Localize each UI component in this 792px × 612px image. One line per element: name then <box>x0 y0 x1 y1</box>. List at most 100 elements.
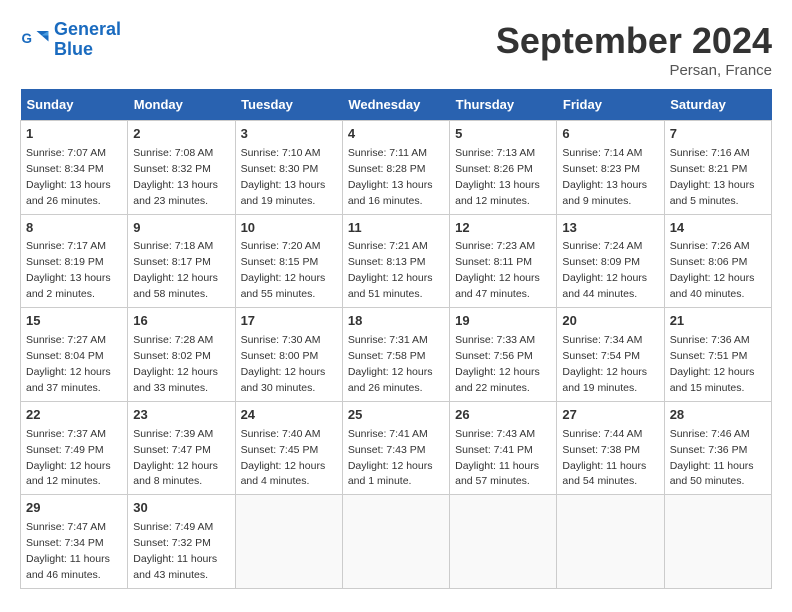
day-info: Sunrise: 7:10 AMSunset: 8:30 PMDaylight:… <box>241 147 326 207</box>
calendar-day: 10 Sunrise: 7:20 AMSunset: 8:15 PMDaylig… <box>235 214 342 308</box>
title-block: September 2024 Persan, France <box>496 20 772 79</box>
calendar-day: 22 Sunrise: 7:37 AMSunset: 7:49 PMDaylig… <box>21 401 128 495</box>
day-info: Sunrise: 7:49 AMSunset: 7:32 PMDaylight:… <box>133 521 217 581</box>
header-wednesday: Wednesday <box>342 89 449 121</box>
day-info: Sunrise: 7:11 AMSunset: 8:28 PMDaylight:… <box>348 147 433 207</box>
day-info: Sunrise: 7:44 AMSunset: 7:38 PMDaylight:… <box>562 428 646 488</box>
calendar-day: 24 Sunrise: 7:40 AMSunset: 7:45 PMDaylig… <box>235 401 342 495</box>
day-info: Sunrise: 7:14 AMSunset: 8:23 PMDaylight:… <box>562 147 647 207</box>
day-info: Sunrise: 7:36 AMSunset: 7:51 PMDaylight:… <box>670 334 755 394</box>
calendar-day: 26 Sunrise: 7:43 AMSunset: 7:41 PMDaylig… <box>450 401 557 495</box>
day-info: Sunrise: 7:21 AMSunset: 8:13 PMDaylight:… <box>348 240 433 300</box>
day-info: Sunrise: 7:39 AMSunset: 7:47 PMDaylight:… <box>133 428 218 488</box>
calendar-day <box>664 495 771 589</box>
calendar-day: 3 Sunrise: 7:10 AMSunset: 8:30 PMDayligh… <box>235 121 342 215</box>
calendar-day: 15 Sunrise: 7:27 AMSunset: 8:04 PMDaylig… <box>21 308 128 402</box>
day-number: 17 <box>241 312 337 331</box>
day-number: 3 <box>241 125 337 144</box>
calendar-day: 19 Sunrise: 7:33 AMSunset: 7:56 PMDaylig… <box>450 308 557 402</box>
day-info: Sunrise: 7:24 AMSunset: 8:09 PMDaylight:… <box>562 240 647 300</box>
day-info: Sunrise: 7:08 AMSunset: 8:32 PMDaylight:… <box>133 147 218 207</box>
calendar-day: 13 Sunrise: 7:24 AMSunset: 8:09 PMDaylig… <box>557 214 664 308</box>
logo-text: General Blue <box>54 20 121 60</box>
header-monday: Monday <box>128 89 235 121</box>
day-info: Sunrise: 7:26 AMSunset: 8:06 PMDaylight:… <box>670 240 755 300</box>
day-number: 18 <box>348 312 444 331</box>
day-number: 27 <box>562 406 658 425</box>
day-number: 16 <box>133 312 229 331</box>
day-info: Sunrise: 7:20 AMSunset: 8:15 PMDaylight:… <box>241 240 326 300</box>
day-info: Sunrise: 7:46 AMSunset: 7:36 PMDaylight:… <box>670 428 754 488</box>
day-number: 29 <box>26 499 122 518</box>
day-number: 8 <box>26 219 122 238</box>
calendar-day <box>342 495 449 589</box>
day-info: Sunrise: 7:16 AMSunset: 8:21 PMDaylight:… <box>670 147 755 207</box>
header-thursday: Thursday <box>450 89 557 121</box>
calendar-day <box>450 495 557 589</box>
day-number: 5 <box>455 125 551 144</box>
calendar-day: 4 Sunrise: 7:11 AMSunset: 8:28 PMDayligh… <box>342 121 449 215</box>
calendar-day: 23 Sunrise: 7:39 AMSunset: 7:47 PMDaylig… <box>128 401 235 495</box>
day-number: 21 <box>670 312 766 331</box>
location: Persan, France <box>496 62 772 79</box>
day-info: Sunrise: 7:30 AMSunset: 8:00 PMDaylight:… <box>241 334 326 394</box>
calendar-week-row: 29 Sunrise: 7:47 AMSunset: 7:34 PMDaylig… <box>21 495 772 589</box>
day-info: Sunrise: 7:40 AMSunset: 7:45 PMDaylight:… <box>241 428 326 488</box>
calendar-day: 17 Sunrise: 7:30 AMSunset: 8:00 PMDaylig… <box>235 308 342 402</box>
calendar-table: Sunday Monday Tuesday Wednesday Thursday… <box>20 89 772 589</box>
calendar-day: 18 Sunrise: 7:31 AMSunset: 7:58 PMDaylig… <box>342 308 449 402</box>
calendar-day: 2 Sunrise: 7:08 AMSunset: 8:32 PMDayligh… <box>128 121 235 215</box>
header-saturday: Saturday <box>664 89 771 121</box>
day-info: Sunrise: 7:34 AMSunset: 7:54 PMDaylight:… <box>562 334 647 394</box>
calendar-week-row: 15 Sunrise: 7:27 AMSunset: 8:04 PMDaylig… <box>21 308 772 402</box>
calendar-day: 21 Sunrise: 7:36 AMSunset: 7:51 PMDaylig… <box>664 308 771 402</box>
day-number: 24 <box>241 406 337 425</box>
day-number: 11 <box>348 219 444 238</box>
day-number: 7 <box>670 125 766 144</box>
calendar-day: 28 Sunrise: 7:46 AMSunset: 7:36 PMDaylig… <box>664 401 771 495</box>
month-title: September 2024 <box>496 20 772 62</box>
calendar-week-row: 8 Sunrise: 7:17 AMSunset: 8:19 PMDayligh… <box>21 214 772 308</box>
day-number: 1 <box>26 125 122 144</box>
calendar-week-row: 22 Sunrise: 7:37 AMSunset: 7:49 PMDaylig… <box>21 401 772 495</box>
svg-text:G: G <box>22 31 33 46</box>
day-number: 13 <box>562 219 658 238</box>
calendar-day: 25 Sunrise: 7:41 AMSunset: 7:43 PMDaylig… <box>342 401 449 495</box>
calendar-day: 20 Sunrise: 7:34 AMSunset: 7:54 PMDaylig… <box>557 308 664 402</box>
calendar-day: 30 Sunrise: 7:49 AMSunset: 7:32 PMDaylig… <box>128 495 235 589</box>
day-number: 14 <box>670 219 766 238</box>
day-info: Sunrise: 7:31 AMSunset: 7:58 PMDaylight:… <box>348 334 433 394</box>
header-tuesday: Tuesday <box>235 89 342 121</box>
day-info: Sunrise: 7:13 AMSunset: 8:26 PMDaylight:… <box>455 147 540 207</box>
day-info: Sunrise: 7:07 AMSunset: 8:34 PMDaylight:… <box>26 147 111 207</box>
calendar-day: 7 Sunrise: 7:16 AMSunset: 8:21 PMDayligh… <box>664 121 771 215</box>
calendar-day: 5 Sunrise: 7:13 AMSunset: 8:26 PMDayligh… <box>450 121 557 215</box>
day-number: 2 <box>133 125 229 144</box>
calendar-week-row: 1 Sunrise: 7:07 AMSunset: 8:34 PMDayligh… <box>21 121 772 215</box>
logo-line2: Blue <box>54 39 93 59</box>
day-number: 20 <box>562 312 658 331</box>
day-number: 28 <box>670 406 766 425</box>
day-number: 4 <box>348 125 444 144</box>
logo-icon: G <box>20 25 50 55</box>
calendar-day: 29 Sunrise: 7:47 AMSunset: 7:34 PMDaylig… <box>21 495 128 589</box>
day-info: Sunrise: 7:17 AMSunset: 8:19 PMDaylight:… <box>26 240 111 300</box>
day-number: 10 <box>241 219 337 238</box>
calendar-day: 16 Sunrise: 7:28 AMSunset: 8:02 PMDaylig… <box>128 308 235 402</box>
day-info: Sunrise: 7:37 AMSunset: 7:49 PMDaylight:… <box>26 428 111 488</box>
day-number: 23 <box>133 406 229 425</box>
day-info: Sunrise: 7:47 AMSunset: 7:34 PMDaylight:… <box>26 521 110 581</box>
day-info: Sunrise: 7:18 AMSunset: 8:17 PMDaylight:… <box>133 240 218 300</box>
day-number: 9 <box>133 219 229 238</box>
logo-line1: General <box>54 19 121 39</box>
page-header: G General Blue September 2024 Persan, Fr… <box>20 20 772 79</box>
calendar-day <box>235 495 342 589</box>
calendar-day: 9 Sunrise: 7:18 AMSunset: 8:17 PMDayligh… <box>128 214 235 308</box>
day-info: Sunrise: 7:28 AMSunset: 8:02 PMDaylight:… <box>133 334 218 394</box>
calendar-day: 8 Sunrise: 7:17 AMSunset: 8:19 PMDayligh… <box>21 214 128 308</box>
day-number: 25 <box>348 406 444 425</box>
calendar-day: 11 Sunrise: 7:21 AMSunset: 8:13 PMDaylig… <box>342 214 449 308</box>
day-info: Sunrise: 7:41 AMSunset: 7:43 PMDaylight:… <box>348 428 433 488</box>
calendar-day: 27 Sunrise: 7:44 AMSunset: 7:38 PMDaylig… <box>557 401 664 495</box>
weekday-header-row: Sunday Monday Tuesday Wednesday Thursday… <box>21 89 772 121</box>
